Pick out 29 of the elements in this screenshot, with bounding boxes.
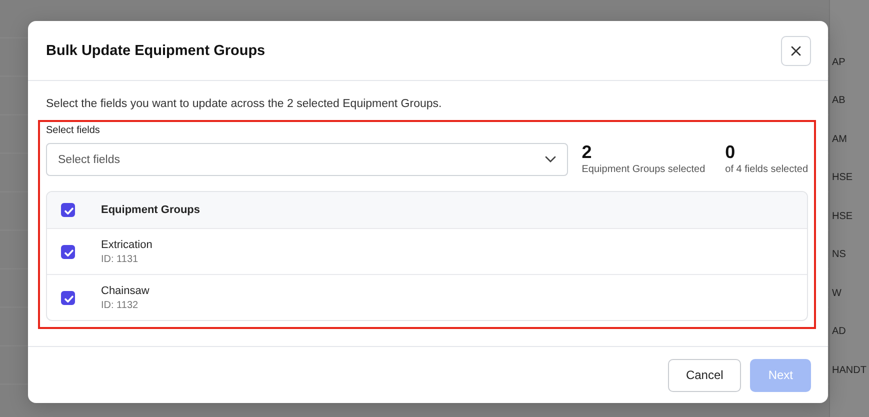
close-icon <box>791 46 801 56</box>
field-label: Select fields <box>46 125 101 136</box>
table-cell-text: AP <box>832 56 846 70</box>
table-cell-text: AB <box>832 94 846 108</box>
group-name: Chainsaw <box>101 284 150 296</box>
cancel-button[interactable]: Cancel <box>668 358 742 392</box>
table-cell-text: AM <box>832 132 848 147</box>
checkbox[interactable] <box>61 203 75 217</box>
stat-value: 0 <box>725 141 736 163</box>
group-id: ID: 1131 <box>101 254 140 264</box>
checkbox[interactable] <box>61 244 75 258</box>
table-cell-text: W <box>832 286 842 301</box>
stat-label: Equipment Groups selected <box>582 164 706 175</box>
table-cell-text: HSE <box>832 210 854 224</box>
table-cell-text: AD <box>832 325 847 340</box>
table-cell-text: HANDT <box>832 364 868 378</box>
dialog-description: Select the fields you want to update across the 2 selected Equipment Groups. <box>46 98 443 110</box>
select-field[interactable]: Select fields <box>46 143 568 176</box>
group-id: ID: 1132 <box>101 300 140 310</box>
table-cell-text: NS <box>832 248 847 262</box>
stat-label: of 4 fields selected <box>725 164 808 175</box>
group-name: Extrication <box>101 238 152 250</box>
column-header: Equipment Groups <box>101 204 200 216</box>
table-cell-text: HSE <box>832 171 854 186</box>
stat-value: 2 <box>582 141 593 163</box>
chevron-down-icon <box>544 156 556 163</box>
checkbox[interactable] <box>61 290 75 304</box>
dialog-title: Bulk Update Equipment Groups <box>46 42 266 58</box>
close-button[interactable] <box>781 36 811 66</box>
